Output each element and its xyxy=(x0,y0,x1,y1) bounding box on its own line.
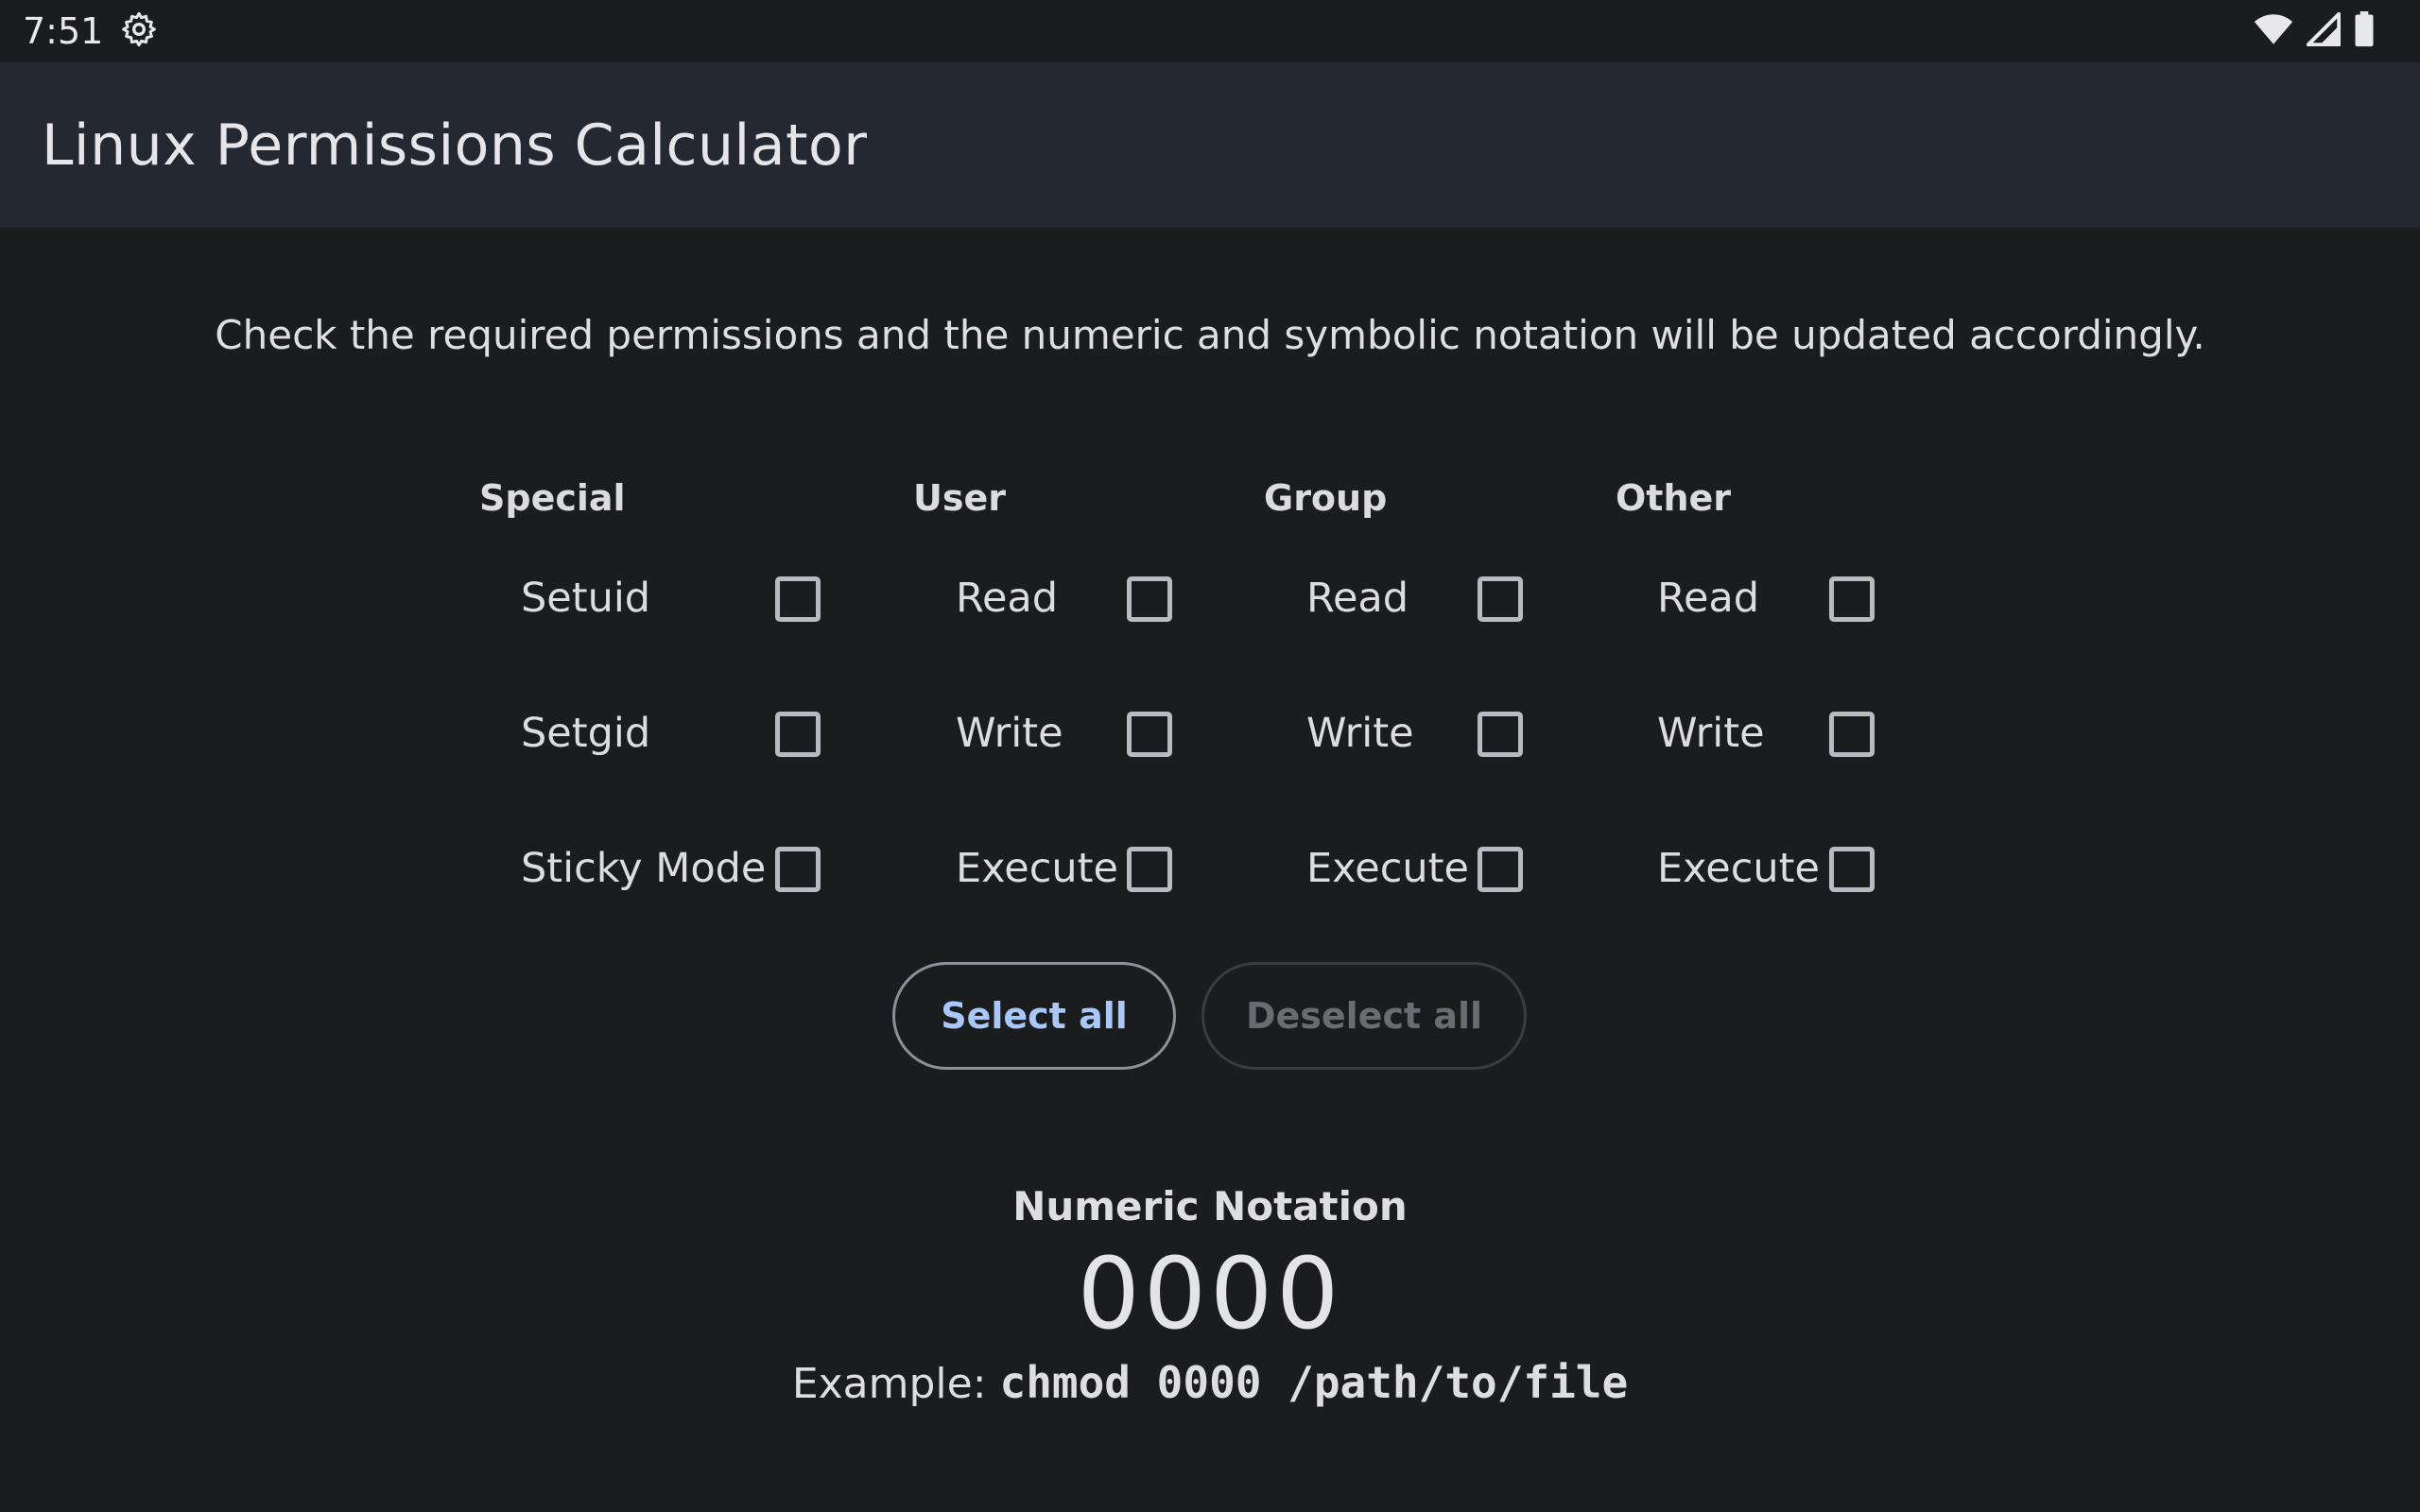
group-execute-checkbox[interactable] xyxy=(1478,847,1523,892)
group-header: Group xyxy=(1264,477,1388,519)
numeric-notation-value: 0000 xyxy=(1077,1236,1343,1351)
sticky-mode-label: Sticky Mode xyxy=(521,845,767,892)
group-write-label: Write xyxy=(1306,710,1414,757)
setuid-label: Setuid xyxy=(521,575,651,622)
status-right xyxy=(2254,10,2397,52)
other-write-label: Write xyxy=(1657,710,1765,757)
other-read-checkbox[interactable] xyxy=(1829,576,1875,622)
example-text: Example: chmod 0000 /path/to/file xyxy=(0,1357,2420,1408)
group-write-checkbox[interactable] xyxy=(1478,712,1523,757)
user-read-checkbox[interactable] xyxy=(1127,576,1172,622)
setgid-label: Setgid xyxy=(521,710,651,757)
deselect-all-button[interactable]: Deselect all xyxy=(1201,962,1527,1070)
other-read-label: Read xyxy=(1657,575,1760,622)
select-all-button[interactable]: Select all xyxy=(892,962,1176,1070)
cellular-signal-icon xyxy=(2306,11,2342,51)
status-left: 7:51 xyxy=(23,10,158,53)
sticky-mode-checkbox[interactable] xyxy=(775,847,821,892)
wifi-icon xyxy=(2254,12,2293,51)
battery-icon xyxy=(2354,10,2375,52)
group-read-label: Read xyxy=(1306,575,1409,622)
special-header: Special xyxy=(479,477,626,519)
group-read-checkbox[interactable] xyxy=(1478,576,1523,622)
setuid-checkbox[interactable] xyxy=(775,576,821,622)
other-execute-checkbox[interactable] xyxy=(1829,847,1875,892)
description-text: Check the required permissions and the n… xyxy=(215,312,2205,358)
app-bar: Linux Permissions Calculator xyxy=(0,62,2420,228)
user-header: User xyxy=(913,477,1006,519)
user-execute-checkbox[interactable] xyxy=(1127,847,1172,892)
user-write-checkbox[interactable] xyxy=(1127,712,1172,757)
other-execute-label: Execute xyxy=(1657,845,1820,892)
example-command: chmod 0000 /path/to/file xyxy=(999,1357,1629,1408)
group-execute-label: Execute xyxy=(1306,845,1469,892)
status-time: 7:51 xyxy=(23,10,104,52)
numeric-notation-title: Numeric Notation xyxy=(1012,1183,1408,1229)
other-write-checkbox[interactable] xyxy=(1829,712,1875,757)
user-read-label: Read xyxy=(956,575,1059,622)
settings-gear-icon xyxy=(120,10,158,53)
user-execute-label: Execute xyxy=(956,845,1118,892)
user-write-label: Write xyxy=(956,710,1063,757)
other-header: Other xyxy=(1616,477,1732,519)
setgid-checkbox[interactable] xyxy=(775,712,821,757)
status-bar: 7:51 xyxy=(0,0,2420,62)
app-title: Linux Permissions Calculator xyxy=(42,112,868,179)
example-prefix: Example: xyxy=(791,1360,1000,1408)
